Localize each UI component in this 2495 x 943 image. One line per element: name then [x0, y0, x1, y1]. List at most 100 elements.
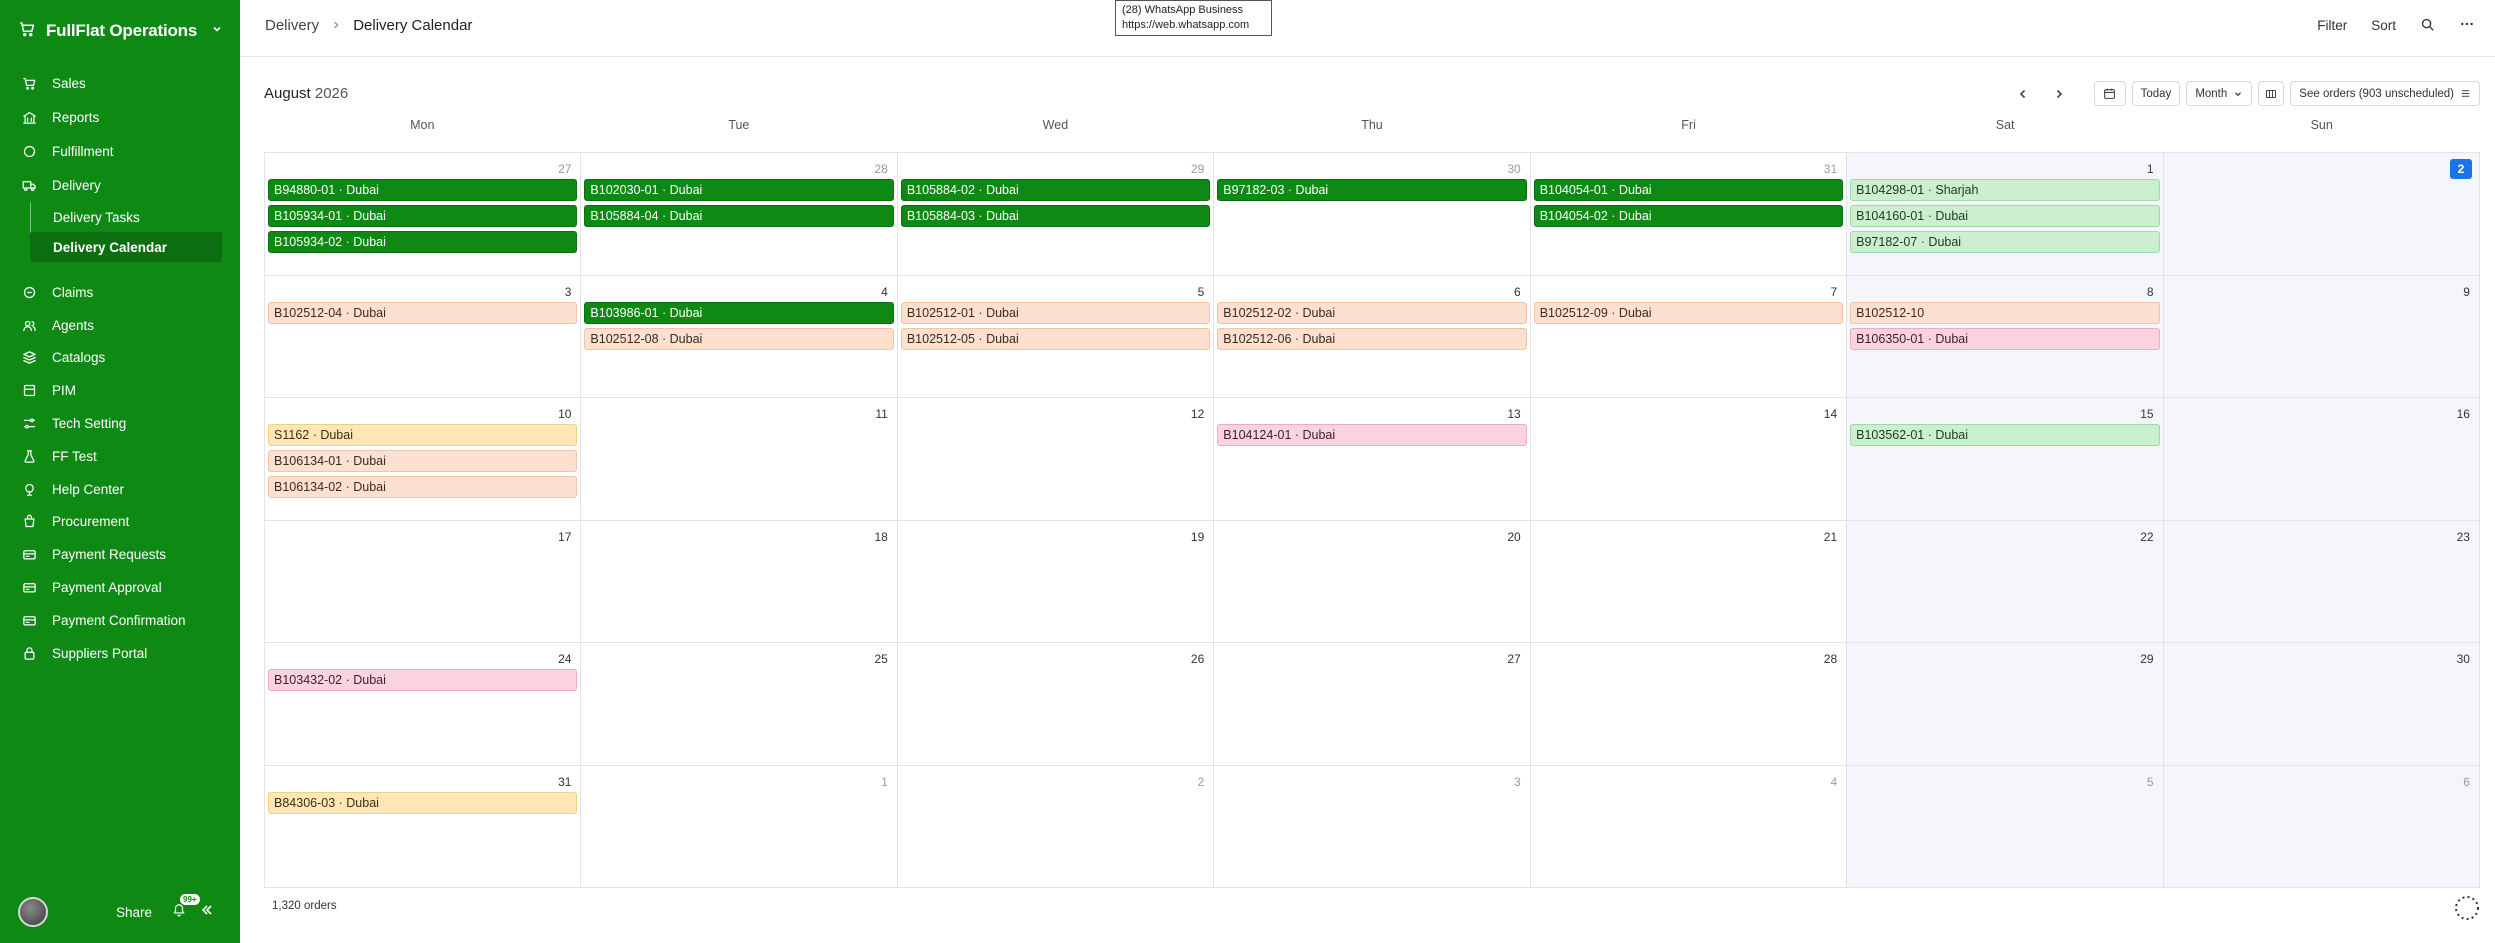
calendar-day-cell[interactable]: 31 B84306-03 · Dubai	[265, 765, 582, 888]
workspace-switcher[interactable]: FullFlat Operations	[18, 18, 223, 44]
breadcrumb-parent[interactable]: Delivery	[265, 17, 319, 34]
calendar-day-cell[interactable]: 8 B102512-10 B106350-01 · Dubai	[1847, 275, 2164, 398]
calendar-day-cell[interactable]: 7 B102512-09 · Dubai	[1530, 275, 1848, 398]
calendar-day-cell[interactable]: 9	[2163, 275, 2480, 398]
sort-button[interactable]: Sort	[2371, 18, 2396, 33]
calendar-day-cell[interactable]: 2	[897, 765, 1215, 888]
calendar-day-cell[interactable]: 4 B103986-01 · Dubai B102512-08 · Dubai	[581, 275, 898, 398]
calendar-event[interactable]: B84306-03 · Dubai	[268, 791, 578, 814]
calendar-event[interactable]: B104054-01 · Dubai	[1533, 179, 1844, 201]
calendar-day-cell[interactable]: 14	[1530, 398, 1848, 521]
calendar-day-cell[interactable]: 27 B94880-01 · Dubai B105934-01 · Dubai B10…	[265, 153, 582, 276]
calendar-day-cell[interactable]: 3	[1214, 765, 1531, 888]
calendar-day-cell[interactable]: 1	[581, 765, 898, 888]
calendar-event[interactable]: B106134-01 · Dubai	[268, 450, 578, 472]
calendar-day-cell[interactable]: 2	[2163, 153, 2480, 276]
calendar-day-cell[interactable]: 22	[1847, 520, 2164, 643]
avatar[interactable]	[18, 897, 48, 927]
filter-button[interactable]: Filter	[2317, 18, 2347, 33]
sidebar-subitem-delivery-calendar[interactable]: Delivery Calendar	[30, 232, 222, 262]
calendar-day-cell[interactable]: 30	[2163, 643, 2480, 766]
calendar-day-cell[interactable]: 13 B104124-01 · Dubai	[1214, 398, 1531, 521]
calendar-event[interactable]: B105884-03 · Dubai	[900, 205, 1211, 227]
calendar-event[interactable]: B105934-02 · Dubai	[268, 231, 578, 253]
calendar-event[interactable]: B102512-02 · Dubai	[1217, 301, 1527, 324]
calendar-day-cell[interactable]: 26	[897, 643, 1215, 766]
layout-toggle-button[interactable]	[2258, 81, 2285, 106]
sidebar-item-payment-confirmation[interactable]: Payment Confirmation	[0, 604, 240, 637]
calendar-event[interactable]: B102512-01 · Dubai	[900, 301, 1211, 324]
view-mode-select[interactable]: Month	[2186, 81, 2253, 106]
calendar-event[interactable]: B104160-01 · Dubai	[1850, 205, 2160, 227]
notifications-button[interactable]: 99+	[172, 893, 200, 922]
calendar-event[interactable]: B103986-01 · Dubai	[584, 301, 894, 324]
calendar-day-cell[interactable]: 28	[1530, 643, 1848, 766]
calendar-day-cell[interactable]: 27	[1214, 643, 1531, 766]
calendar-day-cell[interactable]: 16	[2163, 398, 2480, 521]
date-picker-button[interactable]	[2093, 81, 2126, 106]
sidebar-item-catalogs[interactable]: Catalogs	[0, 342, 240, 375]
calendar-day-cell[interactable]: 12	[897, 398, 1215, 521]
calendar-event[interactable]: B97182-03 · Dubai	[1217, 179, 1527, 201]
calendar-event[interactable]: B94880-01 · Dubai	[268, 179, 578, 201]
calendar-day-cell[interactable]: 3 B102512-04 · Dubai	[265, 275, 582, 398]
calendar-day-cell[interactable]: 23	[2163, 520, 2480, 643]
sidebar-item-fulfillment[interactable]: Fulfillment	[0, 134, 240, 168]
sidebar-item-procurement[interactable]: Procurement	[0, 506, 240, 539]
calendar-day-cell[interactable]: 21	[1530, 520, 1848, 643]
calendar-day-cell[interactable]: 30 B97182-03 · Dubai	[1214, 153, 1531, 276]
calendar-event[interactable]: B97182-07 · Dubai	[1850, 231, 2160, 253]
calendar-day-cell[interactable]: 11	[581, 398, 898, 521]
calendar-event[interactable]: B105934-01 · Dubai	[268, 205, 578, 227]
calendar-day-cell[interactable]: 31 B104054-01 · Dubai B104054-02 · Dubai	[1530, 153, 1848, 276]
calendar-day-cell[interactable]: 5	[1847, 765, 2164, 888]
calendar-day-cell[interactable]: 19	[897, 520, 1215, 643]
calendar-day-cell[interactable]: 15 B103562-01 · Dubai	[1847, 398, 2164, 521]
calendar-event[interactable]: B102512-10	[1850, 301, 2160, 324]
calendar-day-cell[interactable]: 5 B102512-01 · Dubai B102512-05 · Dubai	[897, 275, 1215, 398]
calendar-event[interactable]: B102512-04 · Dubai	[268, 301, 578, 324]
calendar-event[interactable]: B106134-02 · Dubai	[268, 476, 578, 498]
collapse-sidebar-button[interactable]	[200, 903, 214, 922]
sidebar-item-reports[interactable]: Reports	[0, 100, 240, 134]
sidebar-item-payment-requests[interactable]: Payment Requests	[0, 538, 240, 571]
calendar-day-cell[interactable]: 6 B102512-02 · Dubai B102512-06 · Dubai	[1214, 275, 1531, 398]
calendar-event[interactable]: B104124-01 · Dubai	[1217, 424, 1527, 446]
sidebar-item-help-center[interactable]: Help Center	[0, 473, 240, 506]
calendar-event[interactable]: B102512-06 · Dubai	[1217, 327, 1527, 350]
sidebar-item-payment-approval[interactable]: Payment Approval	[0, 571, 240, 604]
calendar-day-cell[interactable]: 10 S1162 · Dubai B106134-01 · Dubai B106134…	[265, 398, 582, 521]
calendar-event[interactable]: B104054-02 · Dubai	[1533, 205, 1844, 227]
calendar-event[interactable]: B102512-09 · Dubai	[1533, 301, 1844, 324]
calendar-day-cell[interactable]: 25	[581, 643, 898, 766]
calendar-event[interactable]: B103432-02 · Dubai	[268, 669, 578, 691]
sidebar-item-pim[interactable]: PIM	[0, 374, 240, 407]
calendar-event[interactable]: B105884-04 · Dubai	[584, 205, 894, 227]
calendar-day-cell[interactable]: 29 B105884-02 · Dubai B105884-03 · Dubai	[897, 153, 1215, 276]
sidebar-subitem-delivery-tasks[interactable]: Delivery Tasks	[0, 202, 240, 232]
calendar-day-cell[interactable]: 20	[1214, 520, 1531, 643]
calendar-day-cell[interactable]: 18	[581, 520, 898, 643]
calendar-day-cell[interactable]: 17	[265, 520, 582, 643]
share-button[interactable]: Share	[116, 905, 152, 920]
next-month-button[interactable]	[2044, 81, 2074, 106]
calendar-event[interactable]: B102512-08 · Dubai	[584, 327, 894, 350]
calendar-day-cell[interactable]: 29	[1847, 643, 2164, 766]
calendar-event[interactable]: B105884-02 · Dubai	[900, 179, 1211, 201]
calendar-event[interactable]: B103562-01 · Dubai	[1850, 424, 2160, 446]
calendar-event[interactable]: B102512-05 · Dubai	[900, 327, 1211, 350]
sidebar-item-sales[interactable]: Sales	[0, 66, 240, 100]
calendar-event[interactable]: B102030-01 · Dubai	[584, 179, 894, 201]
sidebar-item-agents[interactable]: Agents	[0, 309, 240, 342]
sidebar-item-delivery[interactable]: Delivery	[0, 168, 240, 202]
calendar-day-cell[interactable]: 24 B103432-02 · Dubai	[265, 643, 582, 766]
sidebar-item-claims[interactable]: Claims	[0, 276, 240, 309]
more-options-button[interactable]	[2459, 16, 2475, 35]
calendar-day-cell[interactable]: 28 B102030-01 · Dubai B105884-04 · Dubai	[581, 153, 898, 276]
today-button[interactable]: Today	[2131, 81, 2181, 106]
calendar-event[interactable]: B106350-01 · Dubai	[1850, 327, 2160, 350]
see-orders-button[interactable]: See orders (903 unscheduled)	[2290, 81, 2480, 106]
calendar-day-cell[interactable]: 1 B104298-01 · Sharjah B104160-01 · Dubai B…	[1847, 153, 2164, 276]
sidebar-item-ff-test[interactable]: FF Test	[0, 440, 240, 473]
calendar-event[interactable]: B104298-01 · Sharjah	[1850, 179, 2160, 201]
